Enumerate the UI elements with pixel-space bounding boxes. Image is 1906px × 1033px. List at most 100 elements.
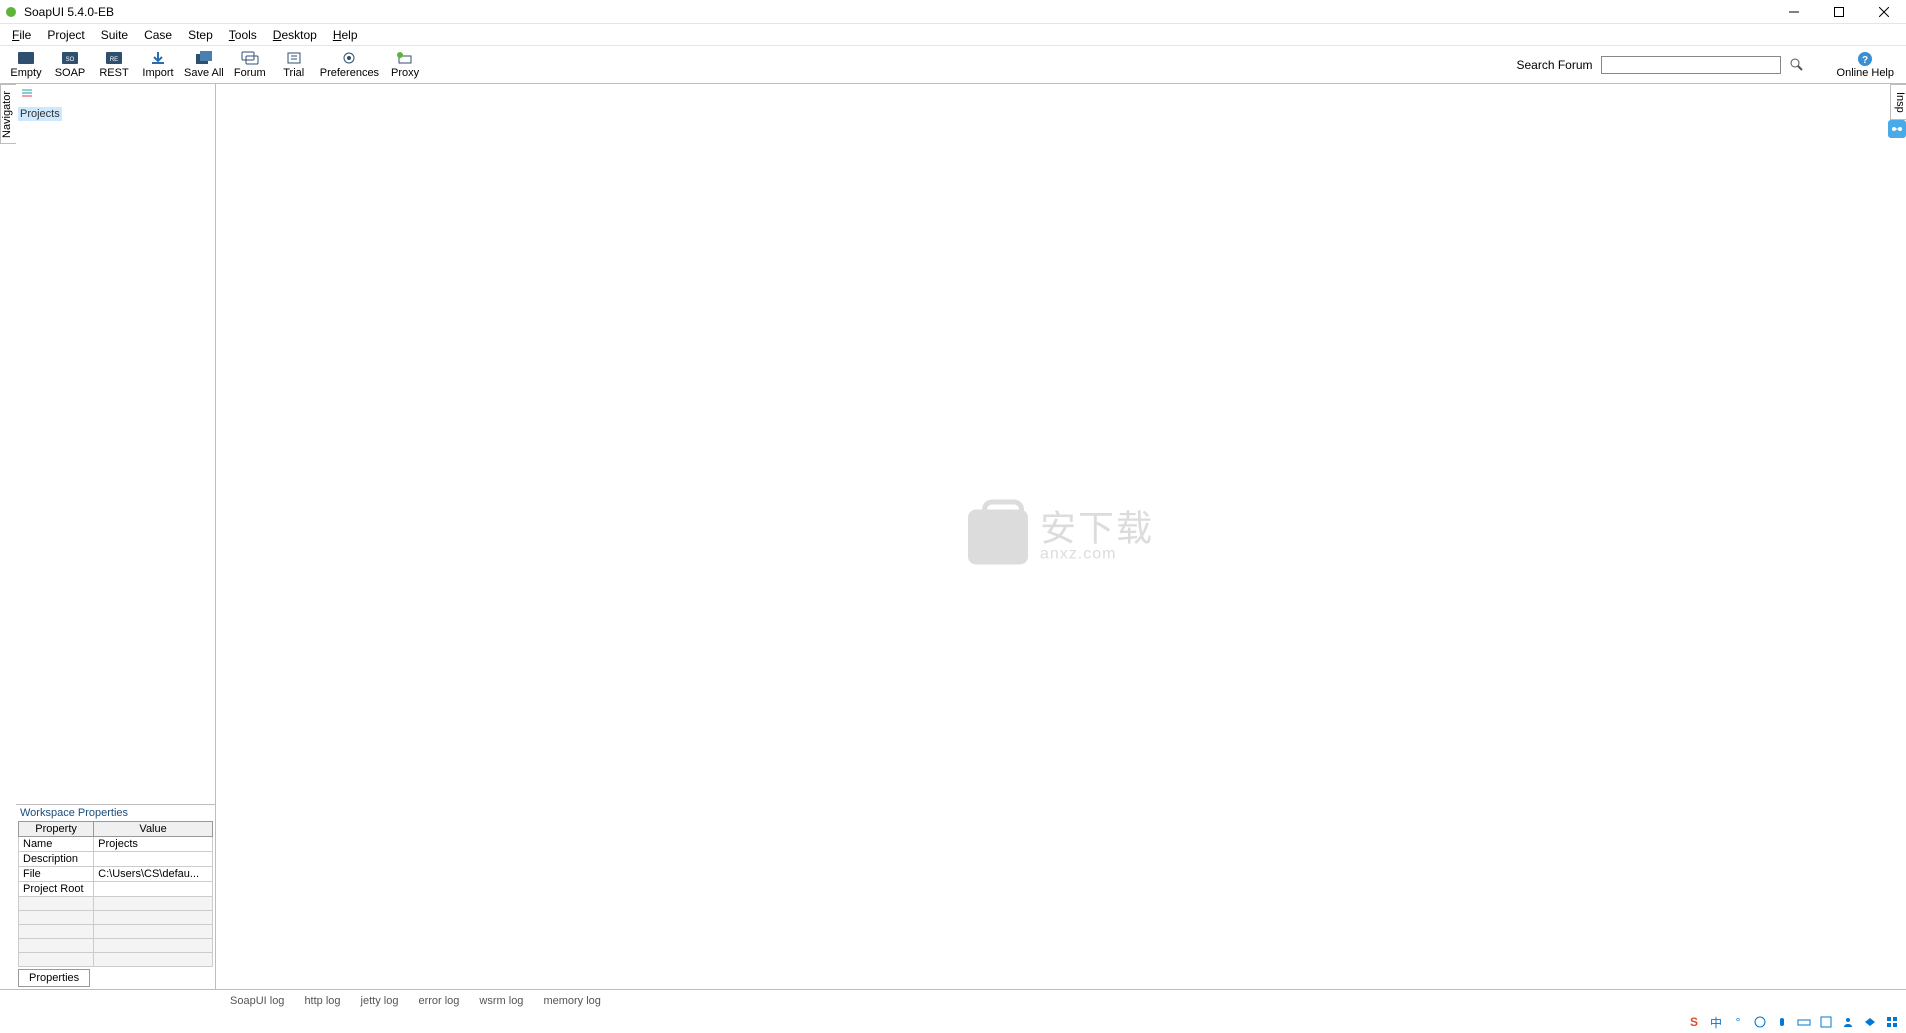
tray-icon[interactable]: ° (1730, 1014, 1746, 1030)
workspace-properties-title: Workspace Properties (16, 805, 215, 821)
online-help-button[interactable]: ? Online Help (1833, 51, 1898, 79)
proxy-icon (395, 51, 415, 65)
inspector-tab[interactable]: Insp (1890, 84, 1906, 120)
properties-table: Property Value Name Projects Description… (18, 821, 213, 967)
log-tab-jetty[interactable]: jetty log (351, 993, 409, 1009)
tray-icon[interactable] (1840, 1014, 1856, 1030)
navigator-panel: Projects Workspace Properties Property V… (16, 84, 216, 989)
rest-label: REST (99, 67, 128, 79)
help-icon: ? (1857, 51, 1873, 67)
navigator-toolbar (16, 84, 215, 102)
save-all-button[interactable]: Save All (180, 51, 228, 79)
main-workspace: 安下载 anxz.com (216, 84, 1906, 989)
search-forum-input[interactable] (1601, 56, 1781, 74)
navigator-tree[interactable]: Projects (16, 102, 215, 804)
svg-text:?: ? (1862, 55, 1868, 66)
tray-icon[interactable] (1862, 1014, 1878, 1030)
tray-icon[interactable]: S (1686, 1014, 1702, 1030)
log-tab-http[interactable]: http log (294, 993, 350, 1009)
forum-button[interactable]: Forum (228, 51, 272, 79)
table-row[interactable]: Project Root (19, 882, 213, 897)
tray-icon[interactable] (1796, 1014, 1812, 1030)
tray-icon[interactable] (1884, 1014, 1900, 1030)
soap-button[interactable]: SO SOAP (48, 51, 92, 79)
prop-value[interactable]: C:\Users\CS\defau... (94, 867, 213, 882)
trial-label: Trial (283, 67, 304, 79)
tray-icon[interactable] (1752, 1014, 1768, 1030)
online-help-label: Online Help (1837, 67, 1894, 79)
import-button[interactable]: Import (136, 51, 180, 79)
window-title: SoapUI 5.4.0-EB (24, 5, 114, 19)
trial-icon (284, 51, 304, 65)
menu-step[interactable]: Step (180, 26, 221, 44)
properties-tab[interactable]: Properties (18, 969, 90, 987)
tray-icon[interactable]: 中 (1708, 1014, 1724, 1030)
watermark: 安下载 anxz.com (968, 509, 1154, 564)
menu-help[interactable]: Help (325, 26, 366, 44)
log-tab-error[interactable]: error log (408, 993, 469, 1009)
svg-text:RE: RE (110, 57, 118, 63)
menu-case[interactable]: Case (136, 26, 180, 44)
minimize-button[interactable] (1771, 0, 1816, 24)
close-button[interactable] (1861, 0, 1906, 24)
properties-header-value: Value (94, 822, 213, 837)
window-controls (1771, 0, 1906, 23)
tree-root-projects[interactable]: Projects (18, 107, 62, 121)
log-tab-memory[interactable]: memory log (533, 993, 610, 1009)
search-icon[interactable] (1789, 57, 1805, 73)
table-row-empty (19, 953, 213, 967)
menu-project[interactable]: Project (39, 26, 92, 44)
table-row[interactable]: Description (19, 852, 213, 867)
watermark-icon (968, 509, 1028, 564)
tray-icon[interactable] (1818, 1014, 1834, 1030)
import-icon (148, 51, 168, 65)
preferences-icon (339, 51, 359, 65)
log-tabs-bar: SoapUI log http log jetty log error log … (0, 989, 1906, 1011)
tray-icon[interactable] (1774, 1014, 1790, 1030)
navigator-tab[interactable]: Navigator (0, 84, 16, 144)
menu-suite[interactable]: Suite (93, 26, 136, 44)
forum-label: Forum (234, 67, 266, 79)
rest-button[interactable]: RE REST (92, 51, 136, 79)
forum-icon (240, 51, 260, 65)
proxy-button[interactable]: Proxy (383, 51, 427, 79)
log-tab-soapui[interactable]: SoapUI log (220, 993, 294, 1009)
inspector-icon[interactable] (1888, 120, 1906, 138)
prop-name: Project Root (19, 882, 94, 897)
import-label: Import (142, 67, 173, 79)
app-icon (4, 5, 18, 19)
empty-label: Empty (10, 67, 41, 79)
menubar: File Project Suite Case Step Tools Deskt… (0, 24, 1906, 46)
save-all-icon (194, 51, 214, 65)
watermark-en: anxz.com (1040, 547, 1154, 563)
table-row-empty (19, 939, 213, 953)
prop-value[interactable] (94, 852, 213, 867)
empty-button[interactable]: Empty (4, 51, 48, 79)
watermark-cn: 安下载 (1040, 511, 1154, 547)
svg-text:SO: SO (66, 57, 75, 63)
prop-name: Description (19, 852, 94, 867)
properties-header-property: Property (19, 822, 94, 837)
menu-tools[interactable]: Tools (221, 26, 265, 44)
prop-value[interactable] (94, 882, 213, 897)
maximize-button[interactable] (1816, 0, 1861, 24)
tree-expand-icon[interactable] (20, 86, 34, 100)
prop-value[interactable]: Projects (94, 837, 213, 852)
table-row[interactable]: Name Projects (19, 837, 213, 852)
log-tab-wsrm[interactable]: wsrm log (469, 993, 533, 1009)
preferences-button[interactable]: Preferences (316, 51, 383, 79)
toolbar: Empty SO SOAP RE REST Import Save All Fo… (0, 46, 1906, 84)
system-tray: S 中 ° (1680, 1011, 1906, 1033)
trial-button[interactable]: Trial (272, 51, 316, 79)
menu-desktop[interactable]: Desktop (265, 26, 325, 44)
save-all-label: Save All (184, 67, 224, 79)
table-row[interactable]: File C:\Users\CS\defau... (19, 867, 213, 882)
prop-name: File (19, 867, 94, 882)
titlebar: SoapUI 5.4.0-EB (0, 0, 1906, 24)
rest-icon: RE (104, 51, 124, 65)
empty-icon (16, 51, 36, 65)
menu-file[interactable]: File (4, 26, 39, 44)
table-row-empty (19, 897, 213, 911)
table-row-empty (19, 911, 213, 925)
workspace-properties-section: Workspace Properties Property Value Name… (16, 804, 215, 989)
